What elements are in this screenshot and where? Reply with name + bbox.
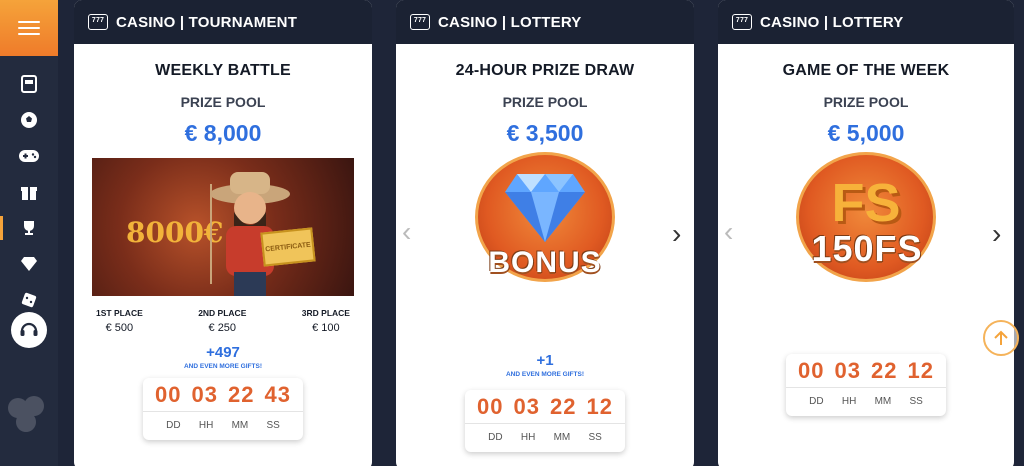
badge-text: BONUS [488,246,602,279]
slot-machine-icon: 777 [410,14,430,30]
unit-label: MM [874,396,892,407]
card-header: 777 CASINO | LOTTERY [718,0,1014,44]
place-value: € 100 [312,322,340,334]
timer-minutes: 22 [228,381,255,407]
hamburger-icon [18,17,40,39]
place-value: € 500 [105,322,134,334]
prize-pool-value: € 8,000 [184,120,262,146]
timer-seconds: 43 [264,381,291,407]
support-button[interactable] [11,312,47,348]
prize-place: 2ND PLACE € 250 [198,308,246,334]
unit-label: DD [166,420,181,431]
card-title: 24-HOUR PRIZE DRAW [455,62,635,79]
carousel-prev-arrow[interactable]: ‹ [402,216,411,248]
timer-hours: 03 [513,393,540,419]
diamond-icon[interactable] [0,246,58,282]
slot-machine-icon: 777 [732,14,752,30]
tournament-card[interactable]: 777 CASINO | LOTTERY GAME OF THE WEEK PR… [718,0,1014,466]
prize-pool-label: PRIZE POOL [180,94,266,110]
countdown-timer: 00 03 22 43 DD HH MM SS [143,378,303,440]
unit-label: SS [909,396,923,407]
carousel-next-arrow[interactable]: › [992,218,1001,250]
scroll-to-top-button[interactable] [983,320,1019,356]
prize-pool-label: PRIZE POOL [502,94,588,110]
free-spins-badge: FS 150FS [796,152,938,284]
place-value: € 250 [208,322,237,334]
prize-pool-label: PRIZE POOL [823,94,909,110]
certificate-badge: CERTIFICATE [260,227,316,267]
football-icon[interactable] [0,102,58,138]
card-category: CASINO | LOTTERY [760,13,904,31]
card-title: WEEKLY BATTLE [155,62,291,79]
badge-letters: FS [831,173,901,233]
badge-text: 150FS [811,228,923,269]
tournament-card[interactable]: 777 CASINO | TOURNAMENT WEEKLY BATTLE PR… [74,0,372,466]
place-label: 3RD PLACE [301,308,350,318]
extra-gifts-label: AND EVEN MORE GIFTS! [505,371,584,378]
timer-seconds: 12 [907,357,934,383]
countdown-timer: 00 03 22 12 DD HH MM SS [786,354,946,416]
trophy-icon[interactable] [0,210,58,246]
prize-places: 1ST PLACE € 500 2ND PLACE € 250 3RD PLAC… [74,308,372,334]
tournament-card[interactable]: 777 CASINO | LOTTERY 24-HOUR PRIZE DRAW … [396,0,694,466]
arrow-up-icon [994,330,1008,345]
prize-place: 3RD PLACE € 100 [302,308,350,334]
timer-days: 00 [798,357,825,383]
prize-place: 1ST PLACE € 500 [96,308,143,334]
slot-machine-icon[interactable] [0,66,58,102]
extra-gifts-count: +1 [536,352,554,369]
timer-seconds: 12 [586,393,613,419]
clover-decoration [8,396,44,432]
card-category: CASINO | TOURNAMENT [116,13,298,31]
unit-label: DD [488,432,503,443]
unit-label: DD [809,396,824,407]
unit-label: HH [520,432,536,443]
promo-banner: 8000€ CERTIFICATE [92,158,354,296]
tournament-list: 777 CASINO | TOURNAMENT WEEKLY BATTLE PR… [58,0,1024,466]
menu-button[interactable] [0,0,58,56]
diamond-icon [505,174,585,242]
card-header: 777 CASINO | TOURNAMENT [74,0,372,44]
certificate-text: CERTIFICATE [264,241,312,253]
card-category: CASINO | LOTTERY [438,13,582,31]
timer-days: 00 [477,393,504,419]
unit-label: MM [553,432,571,443]
prize-pool-value: € 5,000 [827,120,905,146]
slot-machine-icon: 777 [88,14,108,30]
gamepad-icon[interactable] [0,138,58,174]
timer-hours: 03 [834,357,861,383]
unit-label: HH [198,420,214,431]
timer-minutes: 22 [550,393,577,419]
timer-days: 00 [155,381,182,407]
place-label: 2ND PLACE [198,308,247,318]
unit-label: SS [266,420,280,431]
headset-icon [20,322,38,336]
extra-gifts-label: AND EVEN MORE GIFTS! [183,363,262,370]
unit-label: MM [231,420,249,431]
sidebar [0,0,58,466]
countdown-timer: 00 03 22 12 DD HH MM SS [465,390,625,452]
card-title: GAME OF THE WEEK [782,62,950,79]
gift-icon[interactable] [0,174,58,210]
bonus-badge: BONUS [475,152,615,284]
unit-label: HH [841,396,857,407]
timer-minutes: 22 [871,357,898,383]
carousel-prev-arrow[interactable]: ‹ [724,216,733,248]
prize-pool-value: € 3,500 [506,120,584,146]
place-label: 1ST PLACE [96,308,143,318]
card-header: 777 CASINO | LOTTERY [396,0,694,44]
unit-label: SS [588,432,602,443]
carousel-next-arrow[interactable]: › [672,218,681,250]
timer-hours: 03 [191,381,218,407]
extra-gifts-count: +497 [206,344,240,361]
